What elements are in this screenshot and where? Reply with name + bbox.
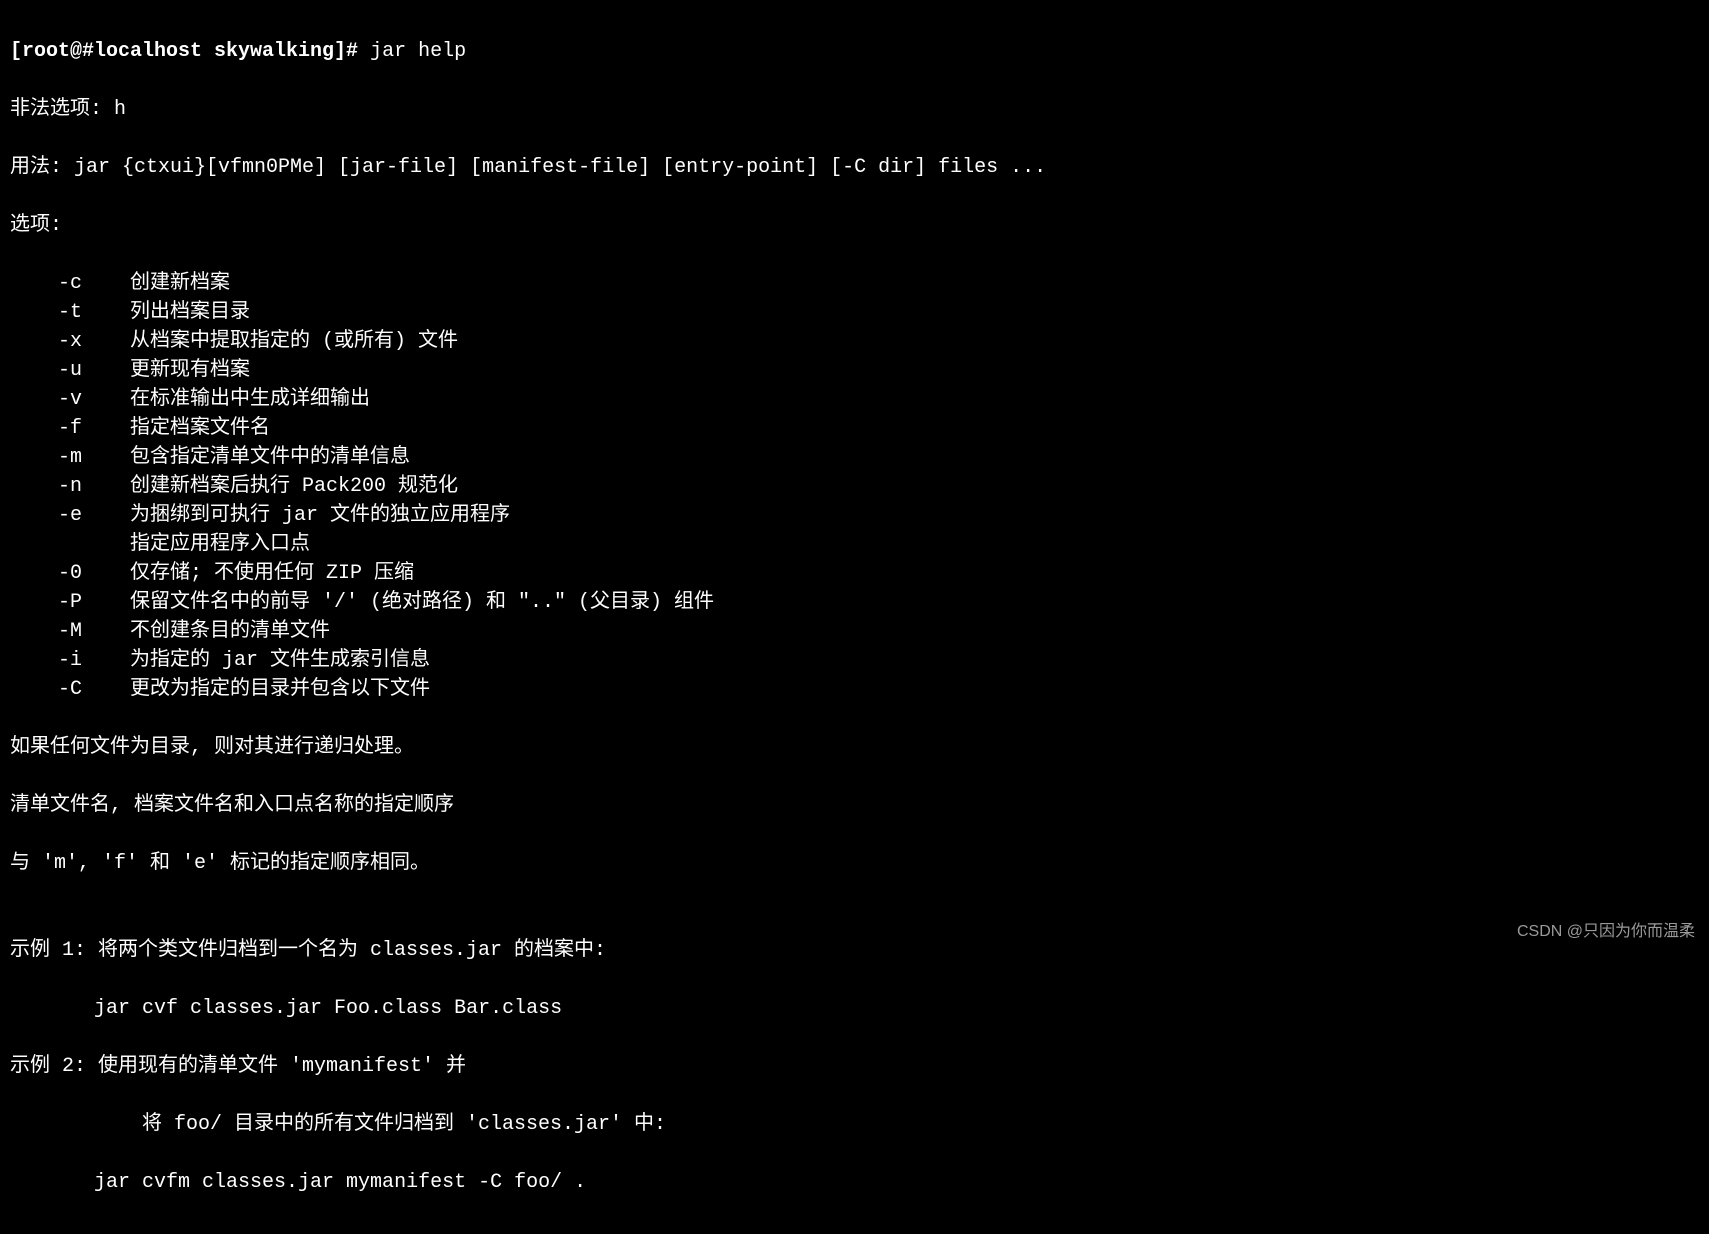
option-desc: 为指定的 jar 文件生成索引信息 [106, 649, 430, 672]
option-row: -0仅存储; 不使用任何 ZIP 压缩 [10, 559, 1699, 588]
output-error: 非法选项: h [10, 95, 1699, 124]
output-opts-head: 选项: [10, 211, 1699, 240]
option-flag: -c [58, 269, 106, 298]
output-ex2c: jar cvfm classes.jar mymanifest -C foo/ … [10, 1168, 1699, 1197]
option-desc: 仅存储; 不使用任何 ZIP 压缩 [106, 562, 414, 585]
output-ex2a: 示例 2: 使用现有的清单文件 'mymanifest' 并 [10, 1052, 1699, 1081]
output-ex1a: 示例 1: 将两个类文件归档到一个名为 classes.jar 的档案中: [10, 936, 1699, 965]
option-flag: -f [58, 414, 106, 443]
output-ex2b: 将 foo/ 目录中的所有文件归档到 'classes.jar' 中: [10, 1110, 1699, 1139]
option-row: -i为指定的 jar 文件生成索引信息 [10, 646, 1699, 675]
option-row: -t列出档案目录 [10, 298, 1699, 327]
options-list: -c创建新档案-t列出档案目录-x从档案中提取指定的 (或所有) 文件-u更新现… [10, 269, 1699, 704]
option-desc: 保留文件名中的前导 '/' (绝对路径) 和 ".." (父目录) 组件 [106, 591, 714, 614]
option-flag: -x [58, 327, 106, 356]
output-ex1b: jar cvf classes.jar Foo.class Bar.class [10, 994, 1699, 1023]
output-tail-3: 与 'm', 'f' 和 'e' 标记的指定顺序相同。 [10, 849, 1699, 878]
prompt-command: jar help [358, 40, 466, 63]
option-flag: -M [58, 617, 106, 646]
option-flag: -m [58, 443, 106, 472]
option-desc: 创建新档案 [106, 272, 230, 295]
option-flag: -n [58, 472, 106, 501]
option-desc: 从档案中提取指定的 (或所有) 文件 [106, 330, 458, 353]
prompt-line: [root@#localhost skywalking]# jar help [10, 37, 1699, 66]
output-tail-2: 清单文件名, 档案文件名和入口点名称的指定顺序 [10, 791, 1699, 820]
option-row: 指定应用程序入口点 [10, 530, 1699, 559]
option-flag: -e [58, 501, 106, 530]
option-flag: -t [58, 298, 106, 327]
option-desc: 更改为指定的目录并包含以下文件 [106, 678, 430, 701]
option-desc: 包含指定清单文件中的清单信息 [106, 446, 410, 469]
option-flag: -i [58, 646, 106, 675]
option-desc: 指定应用程序入口点 [106, 533, 310, 556]
output-usage: 用法: jar {ctxui}[vfmn0PMe] [jar-file] [ma… [10, 153, 1699, 182]
option-desc: 在标准输出中生成详细输出 [106, 388, 370, 411]
option-row: -v在标准输出中生成详细输出 [10, 385, 1699, 414]
option-flag: -C [58, 675, 106, 704]
option-desc: 不创建条目的清单文件 [106, 620, 330, 643]
option-row: -x从档案中提取指定的 (或所有) 文件 [10, 327, 1699, 356]
option-row: -m包含指定清单文件中的清单信息 [10, 443, 1699, 472]
option-desc: 指定档案文件名 [106, 417, 270, 440]
option-row: -u更新现有档案 [10, 356, 1699, 385]
option-flag: -u [58, 356, 106, 385]
option-desc: 创建新档案后执行 Pack200 规范化 [106, 475, 458, 498]
option-row: -P保留文件名中的前导 '/' (绝对路径) 和 ".." (父目录) 组件 [10, 588, 1699, 617]
option-row: -f指定档案文件名 [10, 414, 1699, 443]
terminal-output[interactable]: [root@#localhost skywalking]# jar help 非… [0, 0, 1709, 1234]
option-desc: 更新现有档案 [106, 359, 250, 382]
option-row: -e为捆绑到可执行 jar 文件的独立应用程序 [10, 501, 1699, 530]
option-flag: -P [58, 588, 106, 617]
prompt-user-host: [root@#localhost skywalking]# [10, 40, 358, 63]
option-desc: 为捆绑到可执行 jar 文件的独立应用程序 [106, 504, 510, 527]
option-row: -n创建新档案后执行 Pack200 规范化 [10, 472, 1699, 501]
option-row: -C更改为指定的目录并包含以下文件 [10, 675, 1699, 704]
option-row: -M不创建条目的清单文件 [10, 617, 1699, 646]
option-flag: -v [58, 385, 106, 414]
option-flag: -0 [58, 559, 106, 588]
output-tail-1: 如果任何文件为目录, 则对其进行递归处理。 [10, 733, 1699, 762]
watermark-text: CSDN @只因为你而温柔 [1517, 917, 1695, 946]
option-row: -c创建新档案 [10, 269, 1699, 298]
option-desc: 列出档案目录 [106, 301, 250, 324]
